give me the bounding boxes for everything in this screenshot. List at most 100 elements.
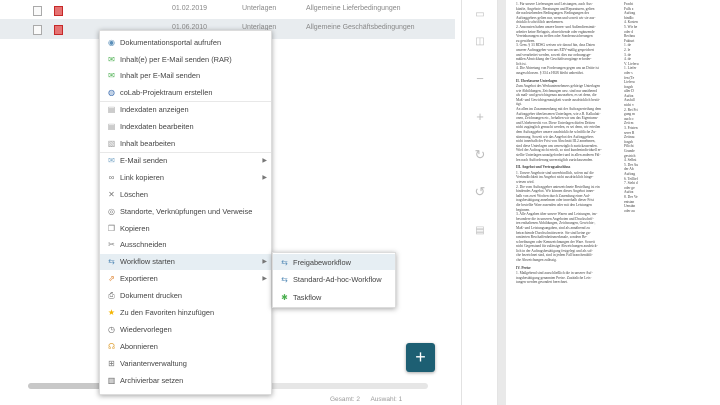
submenu-item-label: Freigabeworkflow: [293, 257, 351, 267]
menu-item-locations[interactable]: ◎ Standorte, Verknüpfungen und Verweise: [100, 203, 271, 219]
index-view-icon: ▤: [107, 105, 116, 115]
status-footer: Gesamt: 2 Auswahl: 1: [330, 396, 402, 403]
preview-text-line: oder au: [624, 208, 635, 213]
row-date: 01.02.2019: [172, 5, 208, 12]
preview-text-line: tungen werden gesondert berechnet.: [516, 280, 568, 285]
submenu-arrow-icon: ▶: [262, 276, 267, 283]
document-preview: 1. Für unsere Lieferungen und Leistungen…: [498, 0, 720, 405]
pdf-icon: [54, 6, 63, 16]
menu-item-cut[interactable]: ✂ Ausschneiden: [100, 237, 271, 253]
submenu-item-workflow-adhoc[interactable]: ⇆ Standard-Ad-hoc-Workflow: [273, 272, 395, 288]
archive-icon: ▥: [107, 375, 116, 385]
preview-text-line: che Abweichungen zulässig.: [516, 258, 557, 263]
menu-item-label: Inhalt bearbeiten: [120, 139, 176, 149]
delete-icon: ✕: [108, 189, 115, 199]
zoom-in-icon[interactable]: +: [473, 110, 487, 124]
menu-item-clock[interactable]: ◷ Wiedervorlegen: [100, 321, 271, 337]
menu-item-copy[interactable]: ❐ Kopieren: [100, 220, 271, 236]
content-edit-icon: ▧: [107, 139, 116, 149]
email-icon: ✉: [108, 155, 115, 165]
submenu-item-workflow-approval[interactable]: ⇆ Freigabeworkflow: [273, 254, 395, 271]
menu-item-subscribe[interactable]: ☊ Abonnieren: [100, 338, 271, 354]
menu-item-label: Dokument drucken: [120, 291, 183, 301]
table-row[interactable]: 01.02.2019 Unterlagen Allgemeine Lieferb…: [0, 0, 455, 20]
menu-item-label: E-Mail senden: [120, 155, 168, 165]
preview-heading: III. Angebot und Vertragsabschluss: [516, 165, 571, 170]
zoom-out-icon[interactable]: −: [473, 72, 487, 86]
preview-toolbar: ▭ ◫ − + ↻ ↺ ▤: [462, 0, 498, 405]
locations-icon: ◎: [108, 206, 115, 216]
menu-item-label: Link kopieren: [120, 172, 164, 182]
menu-item-index-view[interactable]: ▤ Indexdaten anzeigen: [100, 102, 271, 118]
menu-item-archive[interactable]: ▥ Archivierbar setzen: [100, 372, 271, 388]
menu-item-label: Wiedervorlegen: [120, 324, 172, 334]
menu-item-label: Archivierbar setzen: [120, 375, 184, 385]
subscribe-icon: ☊: [107, 341, 116, 351]
menu-item-label: Exportieren: [120, 274, 158, 284]
menu-item-label: Ausschneiden: [120, 240, 167, 250]
workflow-submenu: ⇆ Freigabeworkflow ⇆ Standard-Ad-hoc-Workfl…: [272, 252, 396, 308]
print-icon: ⎙: [108, 291, 115, 301]
workflow-adhoc-icon: ⇆: [281, 275, 288, 285]
cut-icon: ✂: [108, 240, 115, 250]
menu-item-label: Löschen: [120, 189, 148, 199]
row-type: Unterlagen: [242, 5, 277, 12]
menu-item-label: Inhalt(e) per E-Mail senden (RAR): [120, 54, 232, 64]
preview-text-line: ausgeschlossen. § 354 a HGB bleibt unber…: [516, 70, 584, 75]
menu-item-colab[interactable]: ◍ coLab-Projektraum erstellen: [100, 85, 271, 101]
menu-item-label: Standorte, Verknüpfungen und Verweise: [120, 206, 253, 216]
print-icon[interactable]: ▭: [473, 8, 487, 22]
menu-item-link[interactable]: ∞ Link kopieren ▶: [100, 169, 271, 185]
comment-icon[interactable]: ▤: [473, 224, 487, 238]
menu-item-content-edit[interactable]: ▧ Inhalt bearbeiten: [100, 135, 271, 151]
globe-icon: ◉: [108, 37, 115, 47]
preview-page: 1. Für unsere Lieferungen und Leistungen…: [506, 0, 720, 405]
rotate-right-icon[interactable]: ↻: [473, 148, 487, 162]
preview-heading: IV. Preise: [516, 265, 531, 270]
variants-icon: ⊞: [108, 358, 115, 368]
menu-item-export[interactable]: ⇗ Exportieren ▶: [100, 271, 271, 287]
submenu-arrow-icon: ▶: [262, 174, 267, 181]
rotate-left-icon[interactable]: ↺: [473, 185, 487, 199]
submenu-item-taskflow[interactable]: ✱ Taskflow: [273, 289, 395, 305]
menu-item-label: Kopieren: [120, 223, 150, 233]
menu-item-label: Workflow starten: [120, 257, 175, 267]
preview-heading: II. Überlassene Unterlagen: [516, 78, 558, 83]
menu-item-label: Indexdaten anzeigen: [120, 105, 189, 115]
add-button[interactable]: +: [406, 343, 435, 372]
document-icon: [33, 6, 42, 16]
menu-item-label: Indexdaten bearbeiten: [120, 122, 194, 132]
selection-count: Auswahl: 1: [370, 396, 403, 403]
menu-item-mail-attachment[interactable]: ✉ Inhalt per E-Mail senden: [100, 68, 271, 84]
row-name: Allgemeine Lieferbedingungen: [306, 5, 401, 12]
total-count: Gesamt: 2: [330, 396, 360, 403]
sidebar-toggle-icon[interactable]: ◫: [473, 35, 487, 49]
menu-item-star[interactable]: ★ Zu den Favoriten hinzufügen: [100, 304, 271, 320]
workflow-icon: ⇆: [108, 257, 115, 267]
menu-item-label: coLab-Projektraum erstellen: [120, 88, 213, 98]
menu-item-delete[interactable]: ✕ Löschen: [100, 186, 271, 202]
document-icon: [33, 25, 42, 35]
copy-icon: ❐: [107, 223, 116, 233]
menu-item-email[interactable]: ✉ E-Mail senden ▶: [100, 152, 271, 168]
taskflow-icon: ✱: [281, 292, 288, 302]
menu-item-label: Dokumentationsportal aufrufen: [120, 37, 222, 47]
menu-item-variants[interactable]: ⊞ Variantenverwaltung: [100, 355, 271, 371]
menu-item-workflow[interactable]: ⇆ Workflow starten ▶: [100, 253, 271, 271]
menu-item-mail-archive[interactable]: ✉ Inhalt(e) per E-Mail senden (RAR): [100, 51, 271, 67]
menu-item-label: Zu den Favoriten hinzufügen: [120, 308, 215, 318]
menu-item-globe[interactable]: ◉ Dokumentationsportal aufrufen: [100, 34, 271, 50]
submenu-arrow-icon: ▶: [262, 157, 267, 164]
menu-item-label: Variantenverwaltung: [120, 358, 187, 368]
index-edit-icon: ▤: [107, 122, 116, 132]
submenu-item-label: Taskflow: [293, 292, 322, 302]
submenu-arrow-icon: ▶: [262, 259, 267, 266]
menu-item-print[interactable]: ⎙ Dokument drucken: [100, 288, 271, 304]
menu-item-index-edit[interactable]: ▤ Indexdaten bearbeiten: [100, 119, 271, 135]
preview-text-line: len nach Aufforderung unverzüglich zurüc…: [516, 157, 594, 162]
export-icon: ⇗: [108, 274, 115, 284]
vertical-scrollbar[interactable]: [455, 10, 459, 400]
preview-column-left: 1. Für unsere Lieferungen und Leistungen…: [516, 2, 618, 285]
row-name: Allgemeine Geschäftsbedingungen: [306, 24, 415, 31]
clock-icon: ◷: [108, 324, 115, 334]
